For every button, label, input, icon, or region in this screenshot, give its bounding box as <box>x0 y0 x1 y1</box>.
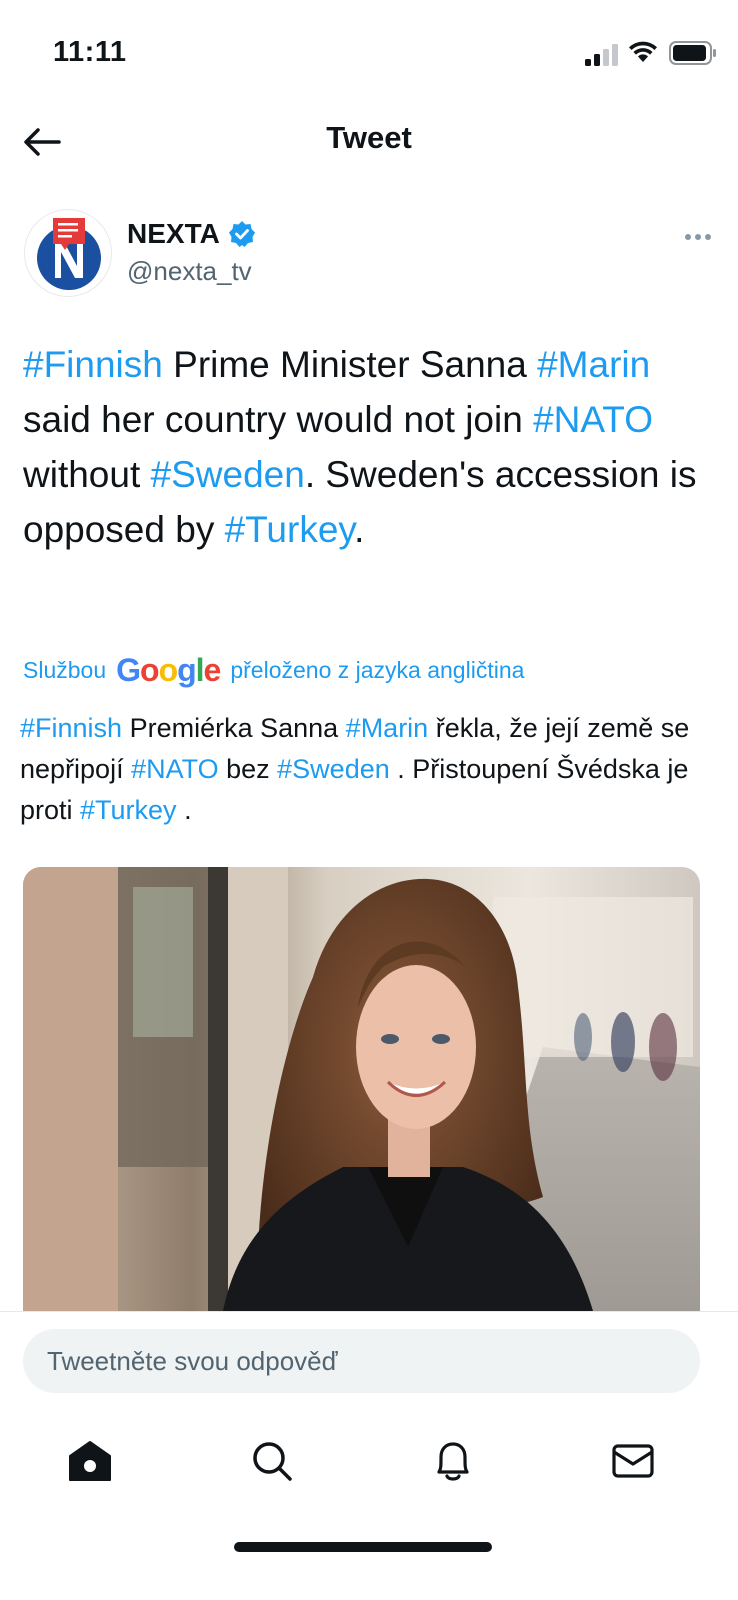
hashtag-link[interactable]: #Finnish <box>20 713 122 743</box>
google-logo: Google <box>116 652 222 688</box>
text-segment: bez <box>218 754 278 784</box>
more-options-button[interactable] <box>678 222 718 252</box>
text-segment: . <box>176 795 192 825</box>
text-segment: without <box>23 454 151 495</box>
translation-prefix: Službou <box>23 656 107 683</box>
hashtag-link[interactable]: #Marin <box>346 713 429 743</box>
google-letter: o <box>140 652 160 688</box>
tweet-text: #Finnish Prime Minister Sanna #Marin sai… <box>23 337 713 557</box>
wifi-icon <box>629 41 657 62</box>
photo-woman-portrait <box>23 867 700 1311</box>
nav-search[interactable] <box>242 1431 302 1491</box>
google-letter: o <box>158 652 179 688</box>
author-name: NEXTA <box>127 218 220 249</box>
google-letter: G <box>116 652 141 688</box>
tweet-detail-screen: 11:11 Tweet NEXTA @nexta_tv #Finnish Pri… <box>0 0 738 1600</box>
bell-icon <box>437 1442 469 1481</box>
hashtag-link[interactable]: #NATO <box>533 399 653 440</box>
search-icon <box>253 1442 292 1481</box>
bottom-navigation <box>0 1411 738 1511</box>
reply-input[interactable]: Tweetněte svou odpověď <box>23 1329 700 1393</box>
translated-text: #Finnish Premiérka Sanna #Marin řekla, ž… <box>20 708 720 831</box>
reply-bar: Tweetněte svou odpověď <box>0 1311 738 1411</box>
status-time: 11:11 <box>53 36 127 68</box>
google-letter: e <box>203 652 222 688</box>
mail-icon <box>612 1444 654 1478</box>
home-icon <box>69 1441 111 1481</box>
avatar[interactable] <box>24 209 112 297</box>
text-segment: Prime Minister Sanna <box>162 344 538 385</box>
home-indicator[interactable] <box>234 1542 492 1552</box>
author-handle[interactable]: @nexta_tv <box>127 256 252 287</box>
header: Tweet <box>0 100 738 182</box>
nav-messages[interactable] <box>603 1431 663 1491</box>
text-segment: . <box>354 509 365 550</box>
hashtag-link[interactable]: #Finnish <box>23 344 163 385</box>
translation-suffix: přeloženo z jazyka angličtina <box>230 656 525 683</box>
author-name-row[interactable]: NEXTA <box>127 218 256 250</box>
hashtag-link[interactable]: #Turkey <box>80 795 177 825</box>
hashtag-link[interactable]: #Marin <box>537 344 650 385</box>
text-segment: said her country would not join <box>23 399 534 440</box>
hashtag-link[interactable]: #Turkey <box>225 509 355 550</box>
battery-icon <box>669 41 716 65</box>
hashtag-link[interactable]: #Sweden <box>277 754 390 784</box>
cellular-signal-icon <box>585 44 618 66</box>
page-title: Tweet <box>326 120 412 155</box>
nexta-logo-icon <box>37 218 101 290</box>
hashtag-link[interactable]: #Sweden <box>151 454 305 495</box>
tweet-photo[interactable] <box>23 867 700 1311</box>
text-segment: Premiérka Sanna <box>122 713 346 743</box>
hashtag-link[interactable]: #NATO <box>131 754 219 784</box>
translation-attribution[interactable]: Službou Google přeloženo z jazyka anglič… <box>23 650 524 690</box>
more-dots-icon <box>685 234 691 240</box>
status-bar: 11:11 <box>0 0 738 100</box>
verified-badge-icon <box>228 221 255 247</box>
google-letter: l <box>195 652 205 688</box>
nav-home[interactable] <box>60 1431 120 1491</box>
nav-notifications[interactable] <box>423 1431 483 1491</box>
google-letter: g <box>177 652 197 688</box>
